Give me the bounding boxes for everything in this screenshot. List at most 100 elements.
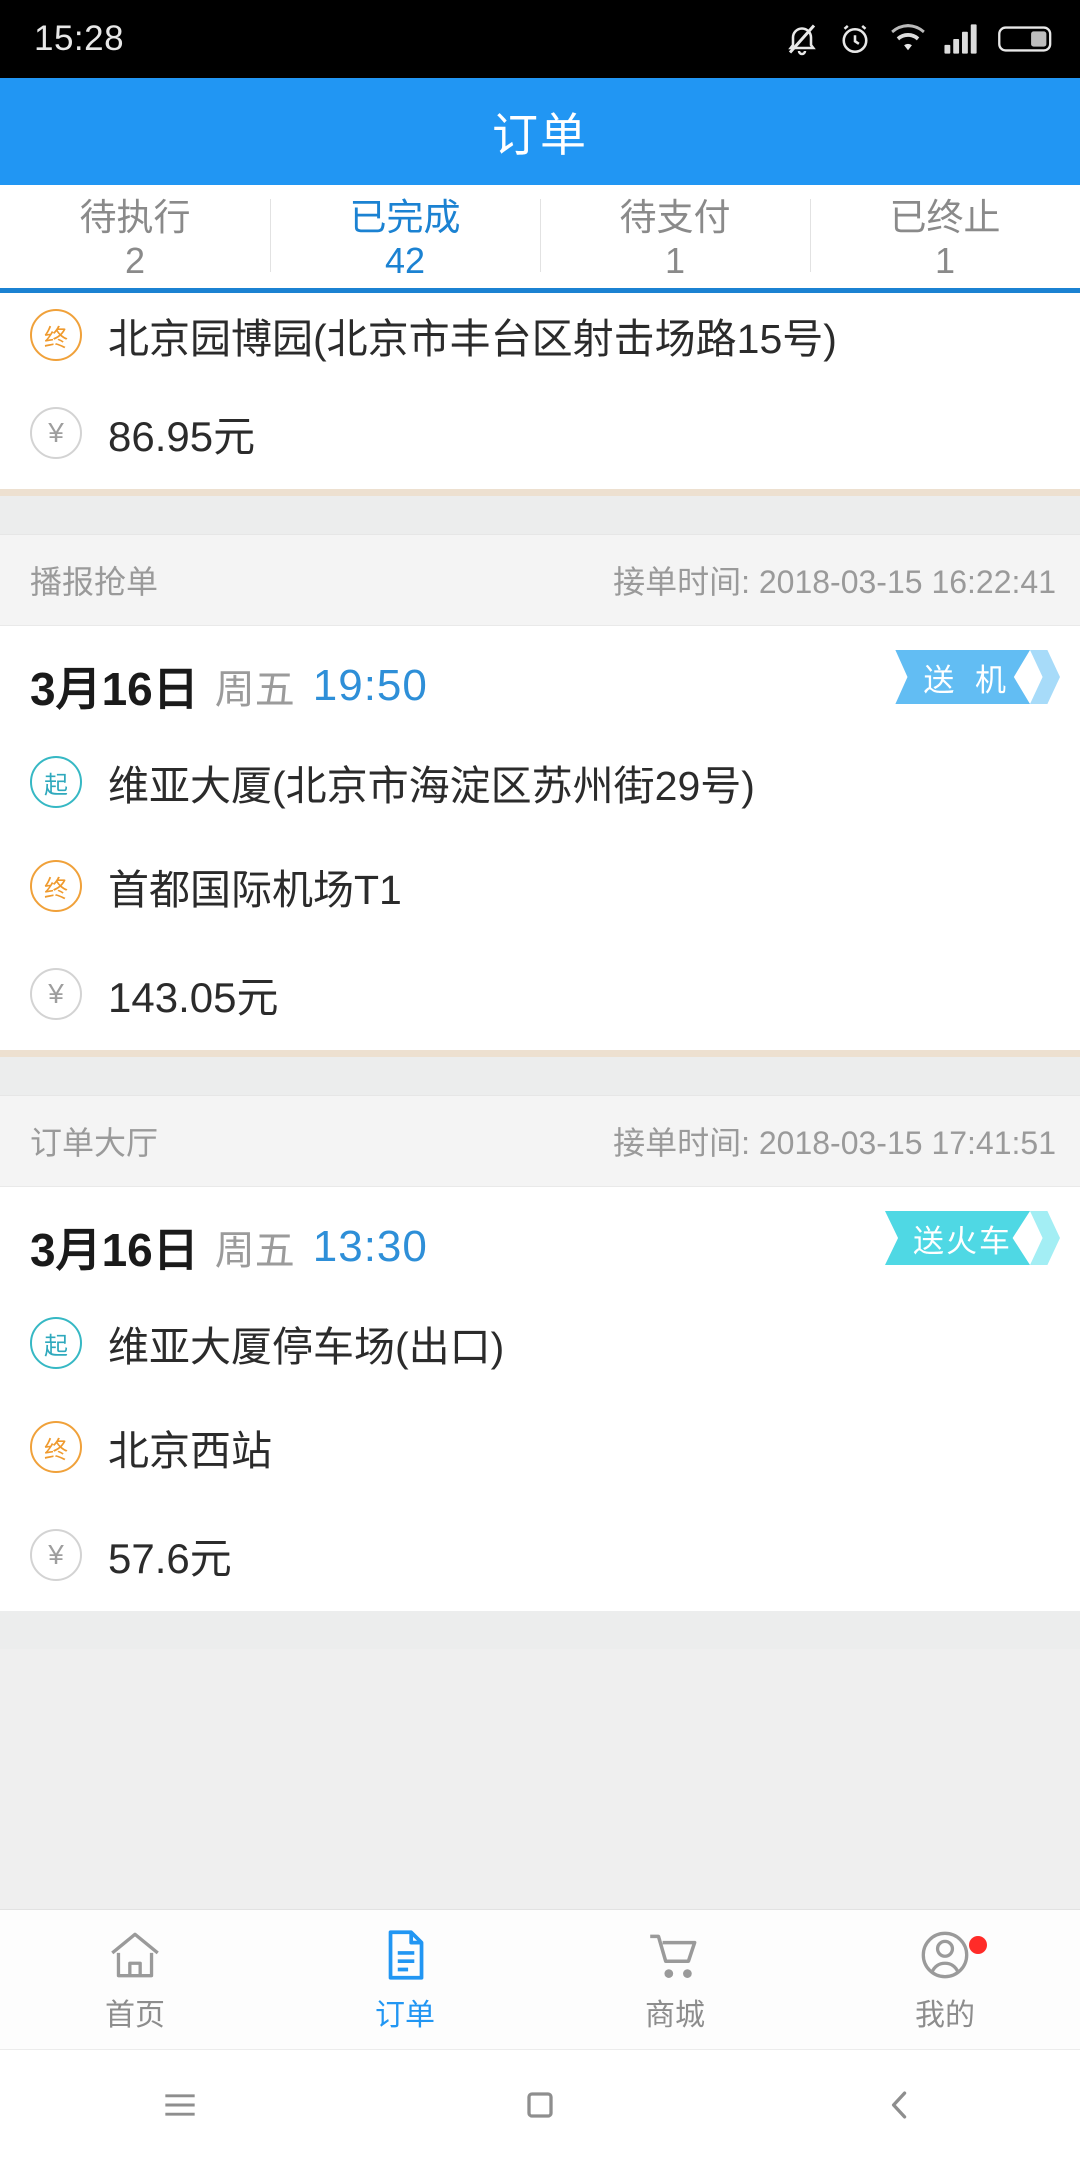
order-card-body: 3月16日 周五 19:50 送 机 起 维亚大厦(北京市海淀区苏州街29号) … [0, 626, 1080, 1050]
order-card-body: 3月16日 周五 13:30 送火车 起 维亚大厦停车场(出口) 终 北京西站 [0, 1187, 1080, 1611]
tab-terminated[interactable]: 已终止 1 [810, 185, 1080, 288]
nav-item-home[interactable]: 首页 [0, 1910, 270, 2049]
android-system-nav [0, 2049, 1080, 2160]
order-date: 3月16日 [30, 1224, 199, 1276]
tab-label: 已终止 [889, 196, 1001, 238]
order-date: 3月16日 [30, 663, 199, 715]
ribbon-tail-icon [1030, 650, 1060, 704]
cart-icon [644, 1926, 706, 1984]
order-fare-row: ¥ 86.95元 [30, 377, 1056, 489]
app-header: 订单 [0, 78, 1080, 185]
back-chevron-icon[interactable] [840, 2050, 960, 2160]
yuan-pin-icon: ¥ [30, 1529, 82, 1581]
accept-time-label: 接单时间: [613, 564, 750, 600]
order-accept-time: 接单时间: 2018-03-15 17:41:51 [613, 1118, 1056, 1164]
order-origin-row: 起 维亚大厦(北京市海淀区苏州街29号) [30, 730, 1056, 834]
tab-label: 待支付 [619, 196, 731, 238]
order-type-label: 送 机 [895, 650, 1030, 704]
page-title: 订单 [492, 108, 588, 161]
order-schedule-row: 3月16日 周五 19:50 送 机 [30, 626, 1060, 730]
card-divider [0, 1050, 1080, 1057]
order-type-label: 送火车 [885, 1211, 1030, 1265]
order-card[interactable]: 播报抢单 接单时间: 2018-03-15 16:22:41 3月16日 周五 … [0, 534, 1080, 1050]
menu-icon[interactable] [120, 2050, 240, 2160]
signal-bars-icon [943, 22, 981, 56]
end-pin-icon: 终 [30, 309, 82, 361]
order-weekday: 周五 [214, 668, 295, 712]
list-gap [0, 1611, 1080, 1649]
order-card[interactable]: 终 北京园博园(北京市丰台区射击场路15号) ¥ 86.95元 [0, 293, 1080, 489]
order-list[interactable]: 终 北京园博园(北京市丰台区射击场路15号) ¥ 86.95元 播报抢单 接单时… [0, 293, 1080, 1909]
nav-item-mall[interactable]: 商城 [540, 1910, 810, 2049]
order-status-tabs: 待执行 2 已完成 42 待支付 1 已终止 1 [0, 185, 1080, 293]
bottom-navigation: 首页 订单 商城 我的 [0, 1909, 1080, 2049]
tab-completed[interactable]: 已完成 42 [270, 185, 540, 293]
order-fare-row: ¥ 143.05元 [30, 938, 1056, 1050]
tab-pending-execution[interactable]: 待执行 2 [0, 185, 270, 288]
phone-screen: 15:28 订单 待执行 2 已完成 42 待支付 1 已终止 1 终 北京园博… [0, 0, 1080, 2160]
list-gap [0, 496, 1080, 534]
start-pin-icon: 起 [30, 756, 82, 808]
status-clock: 15:28 [34, 19, 125, 58]
end-pin-icon: 终 [30, 860, 82, 912]
order-time: 19:50 [312, 661, 428, 710]
tab-count: 1 [934, 239, 956, 281]
notification-dot-badge [969, 1936, 987, 1954]
end-pin-icon: 终 [30, 1421, 82, 1473]
home-square-icon[interactable] [480, 2050, 600, 2160]
order-origin: 维亚大厦(北京市海淀区苏州街29号) [108, 763, 755, 809]
accept-time-label: 接单时间: [613, 1125, 750, 1161]
home-icon [104, 1926, 166, 1984]
bell-muted-icon [784, 21, 820, 57]
tab-count: 1 [664, 239, 686, 281]
order-card[interactable]: 订单大厅 接单时间: 2018-03-15 17:41:51 3月16日 周五 … [0, 1095, 1080, 1611]
order-time: 13:30 [312, 1222, 428, 1271]
tab-label: 已完成 [349, 196, 461, 238]
order-card-header: 订单大厅 接单时间: 2018-03-15 17:41:51 [0, 1095, 1080, 1187]
order-type-badge: 送火车 [885, 1211, 1060, 1265]
order-weekday: 周五 [214, 1229, 295, 1273]
order-destination: 首都国际机场T1 [108, 867, 402, 913]
wifi-icon [890, 21, 926, 57]
order-destination-row: 终 首都国际机场T1 [30, 834, 1056, 938]
ribbon-tail-icon [1030, 1211, 1060, 1265]
document-icon [374, 1926, 436, 1984]
nav-item-profile[interactable]: 我的 [810, 1910, 1080, 2049]
order-fare: 86.95元 [108, 412, 256, 460]
tab-pending-payment[interactable]: 待支付 1 [540, 185, 810, 288]
order-fare-row: ¥ 57.6元 [30, 1499, 1056, 1611]
status-bar: 15:28 [0, 0, 1080, 78]
tab-label: 待执行 [79, 196, 191, 238]
nav-item-orders[interactable]: 订单 [270, 1910, 540, 2049]
yuan-pin-icon: ¥ [30, 407, 82, 459]
tab-count: 2 [124, 239, 146, 281]
battery-icon [998, 23, 1054, 55]
order-accept-time: 接单时间: 2018-03-15 16:22:41 [613, 557, 1056, 603]
nav-label: 我的 [915, 1998, 975, 2032]
order-card-body: 终 北京园博园(北京市丰台区射击场路15号) ¥ 86.95元 [0, 293, 1080, 489]
order-origin-row: 起 维亚大厦停车场(出口) [30, 1291, 1056, 1395]
yuan-pin-icon: ¥ [30, 968, 82, 1020]
order-fare: 143.05元 [108, 973, 279, 1021]
nav-label: 订单 [375, 1998, 435, 2032]
accept-time-value: 2018-03-15 16:22:41 [758, 564, 1056, 600]
accept-time-value: 2018-03-15 17:41:51 [758, 1125, 1056, 1161]
alarm-clock-icon [837, 21, 873, 57]
order-schedule-row: 3月16日 周五 13:30 送火车 [30, 1187, 1060, 1291]
order-card-header: 播报抢单 接单时间: 2018-03-15 16:22:41 [0, 534, 1080, 626]
person-icon [914, 1926, 976, 1984]
nav-label: 商城 [645, 1998, 705, 2032]
start-pin-icon: 起 [30, 1317, 82, 1369]
nav-label: 首页 [105, 1998, 165, 2032]
tab-count: 42 [384, 239, 426, 281]
order-origin: 维亚大厦停车场(出口) [108, 1324, 505, 1370]
list-gap [0, 1057, 1080, 1095]
order-source: 播报抢单 [30, 564, 159, 600]
order-destination-row: 终 北京西站 [30, 1395, 1056, 1499]
order-destination-row: 终 北京园博园(北京市丰台区射击场路15号) [30, 293, 1056, 377]
order-destination: 北京园博园(北京市丰台区射击场路15号) [108, 316, 837, 362]
order-destination: 北京西站 [108, 1428, 272, 1474]
card-divider [0, 489, 1080, 496]
order-fare: 57.6元 [108, 1534, 232, 1582]
status-icons [784, 21, 1054, 57]
